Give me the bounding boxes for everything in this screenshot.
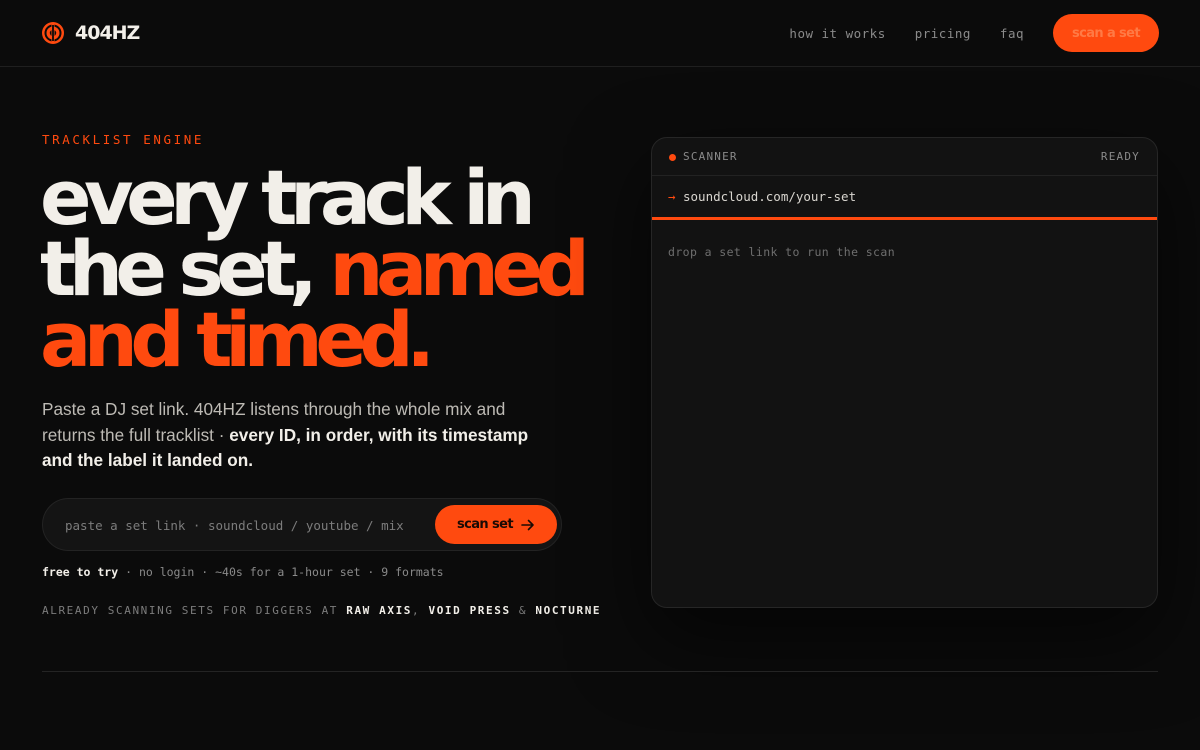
trust-label-void-press: VOID PRESS — [428, 604, 511, 617]
brand-logo[interactable]: 404HZ — [41, 21, 140, 45]
scanner-panel: SCANNER READY → soundcloud.com/your-set … — [651, 137, 1158, 608]
scan-set-button[interactable]: scan set — [435, 505, 557, 544]
nav-link-faq[interactable]: faq — [1000, 26, 1024, 41]
headline-line-1: every track in — [40, 153, 536, 242]
hero-description: Paste a DJ set link. 404HZ listens throu… — [42, 397, 562, 474]
trust-sep-2: & — [510, 604, 536, 617]
trust-line: ALREADY SCANNING SETS FOR DIGGERS AT RAW… — [42, 604, 601, 617]
trust-label-nocturne: NOCTURNE — [535, 604, 602, 617]
scanner-header: SCANNER READY — [652, 138, 1157, 176]
arrow-right-icon — [521, 519, 534, 530]
status-dot-icon — [669, 154, 676, 161]
set-link-input[interactable] — [65, 515, 435, 535]
scan-set-button-label: scan set — [457, 517, 514, 532]
headline-line-3: and timed. — [40, 295, 435, 384]
trust-sep-1: , — [412, 604, 429, 617]
nav-link-how-it-works[interactable]: how it works — [789, 26, 885, 41]
scanner-status: READY — [1100, 150, 1140, 163]
trust-label-raw-axis: RAW AXIS — [346, 604, 413, 617]
hero-meta: free to try · no login · ~40s for a 1-ho… — [42, 565, 444, 579]
section-divider — [42, 671, 1158, 672]
signal-logo-icon — [42, 22, 64, 44]
scanner-empty-message: drop a set link to run the scan — [668, 245, 896, 259]
scanner-title: SCANNER — [683, 150, 738, 163]
meta-details: · no login · ~40s for a 1-hour set · 9 f… — [118, 565, 444, 579]
top-bar: 404HZ how it works pricing faq scan a se… — [0, 0, 1200, 67]
meta-free: free to try — [42, 565, 119, 579]
nav-link-pricing[interactable]: pricing — [915, 26, 971, 41]
main-nav: how it works pricing faq scan a set — [789, 14, 1159, 52]
trust-prefix: ALREADY SCANNING SETS FOR DIGGERS AT — [42, 604, 347, 617]
hero-eyebrow: TRACKLIST ENGINE — [42, 132, 205, 147]
hero-headline: every track in the set, named and timed. — [40, 153, 600, 384]
scanner-url: soundcloud.com/your-set — [683, 189, 857, 204]
scan-form: scan set — [42, 498, 562, 551]
brand-name: 404HZ — [75, 22, 140, 44]
scanner-url-row[interactable]: → soundcloud.com/your-set — [652, 176, 1157, 220]
headline-line-2: the set, named — [40, 231, 600, 307]
scan-a-set-button[interactable]: scan a set — [1053, 14, 1159, 52]
url-arrow-icon: → — [668, 189, 676, 204]
